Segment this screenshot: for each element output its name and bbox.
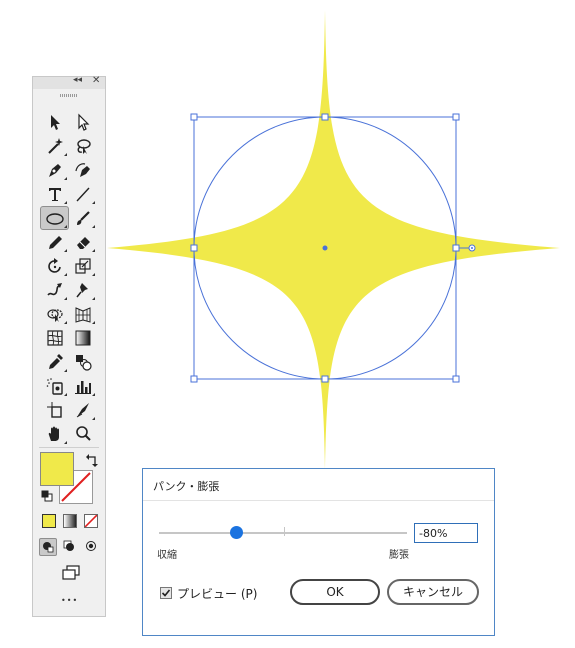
curvature-pen-icon [75, 163, 90, 177]
blend-tool[interactable] [70, 351, 96, 373]
type-tool[interactable] [42, 183, 68, 205]
swap-fill-stroke-icon[interactable] [85, 453, 99, 467]
double-chevron-left-icon[interactable]: ◂◂ [73, 75, 82, 85]
amount-slider-thumb[interactable] [230, 526, 243, 539]
draw-inside-button[interactable] [83, 538, 101, 556]
tools-panel: ◂◂ ✕ ••• [32, 75, 106, 617]
rotate-tool[interactable] [42, 255, 68, 277]
pencil-icon [49, 236, 62, 249]
hollow-arrow-icon [78, 113, 90, 131]
checkmark-icon [161, 589, 171, 597]
amount-slider-track[interactable] [159, 532, 407, 534]
puppet-warp-tool[interactable] [70, 279, 96, 301]
slider-max-label: 膨張 [389, 550, 409, 561]
separator [39, 447, 99, 448]
column-graph-icon [75, 381, 91, 394]
symbol-sprayer-tool[interactable] [42, 375, 68, 397]
lasso-tool[interactable] [70, 135, 96, 157]
perspective-grid-tool[interactable] [70, 303, 96, 325]
preview-checkbox[interactable] [160, 587, 172, 599]
artboard-icon [47, 402, 62, 418]
pen-tool[interactable] [42, 159, 68, 181]
panel-header[interactable]: ◂◂ ✕ [33, 75, 105, 89]
warp-tool[interactable] [42, 279, 68, 301]
pin-icon [76, 283, 88, 298]
gradient-button[interactable] [63, 514, 77, 528]
ellipse-icon [46, 213, 64, 225]
pucker-bloat-dialog: パンク・膨張 収縮 膨張 プレビュー (P) OK キャンセル [142, 468, 495, 636]
line-segment-tool[interactable] [70, 183, 96, 205]
draw-behind-button[interactable] [61, 538, 79, 556]
slice-tool[interactable] [70, 399, 96, 421]
center-point [322, 245, 328, 251]
pucker-star-shape[interactable] [107, 10, 560, 470]
perspective-grid-icon [75, 307, 91, 323]
lasso-icon [77, 139, 91, 154]
edit-toolbar-more-button[interactable]: ••• [61, 596, 78, 605]
curvature-tool[interactable] [70, 159, 96, 181]
title-divider [143, 500, 494, 501]
shape-builder-icon [47, 309, 63, 322]
mesh-tool[interactable] [42, 327, 68, 349]
scale-icon [75, 258, 91, 274]
ok-button[interactable]: OK [290, 579, 380, 605]
magic-wand-icon [48, 138, 63, 154]
amount-input[interactable] [414, 523, 478, 543]
blend-icon [76, 355, 92, 371]
slice-icon [76, 403, 89, 418]
none-slash-icon [85, 515, 97, 527]
cancel-button[interactable]: キャンセル [387, 579, 479, 605]
line-icon [76, 187, 90, 202]
rotate-icon [48, 258, 61, 273]
eraser-icon [77, 237, 90, 249]
zoom-icon [76, 426, 91, 441]
mesh-icon [47, 330, 63, 346]
ellipse-tool[interactable] [40, 206, 69, 230]
arrow-icon [51, 115, 60, 130]
hand-icon [48, 426, 59, 441]
selection-tool[interactable] [42, 111, 68, 133]
symbol-sprayer-icon [46, 378, 63, 395]
eyedropper-tool[interactable] [42, 351, 68, 373]
column-graph-tool[interactable] [70, 375, 96, 397]
color-button[interactable] [42, 514, 56, 528]
scale-tool[interactable] [70, 255, 96, 277]
draw-normal-button[interactable] [39, 538, 57, 556]
shape-builder-tool[interactable] [42, 303, 68, 325]
none-button[interactable] [84, 514, 98, 528]
hand-tool[interactable] [42, 423, 68, 445]
draw-inside-icon [86, 541, 96, 551]
preview-label[interactable]: プレビュー (P) [177, 585, 257, 602]
panel-grip[interactable] [60, 94, 78, 97]
draw-normal-icon [43, 542, 54, 553]
type-icon [49, 188, 61, 201]
close-icon[interactable]: ✕ [92, 75, 100, 86]
fill-swatch[interactable] [40, 452, 74, 486]
pencil-tool[interactable] [42, 231, 68, 253]
slider-min-label: 収縮 [157, 550, 177, 561]
brush-icon [77, 211, 90, 225]
pen-icon [49, 164, 61, 177]
gradient-tool[interactable] [70, 327, 96, 349]
change-screen-mode-button[interactable] [57, 562, 83, 584]
warp-icon [47, 283, 62, 296]
paintbrush-tool[interactable] [70, 207, 96, 229]
zoom-tool[interactable] [70, 423, 96, 445]
eyedropper-icon [49, 354, 63, 369]
slider-center-tick [284, 527, 285, 536]
default-fill-stroke-icon[interactable] [41, 490, 53, 502]
gradient-icon [75, 330, 91, 346]
artboard-tool[interactable] [42, 399, 68, 421]
magic-wand-tool[interactable] [42, 135, 68, 157]
eraser-tool[interactable] [70, 231, 96, 253]
direct-selection-tool[interactable] [70, 111, 96, 133]
draw-behind-icon [63, 540, 74, 551]
screen-mode-icon [62, 565, 80, 580]
dialog-title: パンク・膨張 [153, 480, 220, 493]
